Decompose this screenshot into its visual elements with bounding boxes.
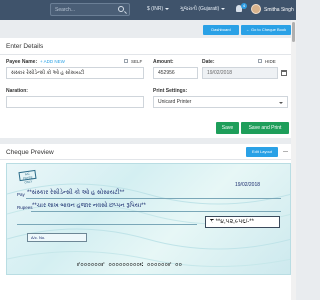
search-icon[interactable]	[118, 6, 124, 12]
scrollbar-thumb[interactable]	[292, 22, 295, 42]
print-settings-select[interactable]: Unicard Printer	[153, 96, 288, 108]
micr-line: ⑈૦૦૦૦૦૦⑈ ૦૦૦૦૦૦૦૦૦⑆ ૦૦૦૦૦૦⑈ ૦૦	[77, 262, 183, 268]
date-field[interactable]: 19/02/2018	[202, 67, 278, 79]
chevron-down-icon	[279, 102, 283, 104]
dashboard-button[interactable]: Dashboard	[203, 25, 239, 35]
ac-label: A/c. No.	[31, 235, 46, 240]
card-title: Cheque Preview	[6, 149, 54, 156]
date-label: Date:	[202, 59, 215, 65]
hide-checkbox[interactable]	[258, 59, 262, 63]
collapse-icon[interactable]: —	[283, 149, 288, 155]
divider	[0, 54, 291, 55]
language-dropdown[interactable]: ગુજરાતી (Gujarati)	[180, 6, 226, 12]
save-and-print-button[interactable]: Save and Print	[241, 122, 289, 134]
rupees-label: Rupees	[17, 205, 33, 210]
scrollbar-track[interactable]	[291, 20, 296, 300]
enter-details-card: Enter Details Payee Name: + ADD NEW SELF…	[0, 38, 291, 138]
pay-label: Pay	[17, 192, 25, 197]
cheque-amount-words: **ચાર લાખ બાવન હજાર નવસો છપ્પન રૂપિયા**	[32, 203, 146, 209]
chevron-down-icon	[165, 7, 170, 10]
top-navbar: Search... $ (INR) ગુજરાતી (Gujarati) 4 S…	[0, 0, 296, 20]
self-checkbox[interactable]	[124, 59, 128, 63]
pay-line	[26, 198, 281, 199]
card-title: Enter Details	[6, 43, 44, 50]
rupees-line-2	[17, 224, 197, 225]
cheque-amount-figure: ₹ **૪,૫૨,૯૫૬/-**	[210, 219, 254, 225]
cheque-payee: **સંસ્કાર રેસીડેન્સી કો ઓ હ સોસાયટી**	[27, 190, 125, 196]
narration-label: Naration:	[6, 88, 28, 94]
amount-field[interactable]: 452956	[153, 67, 198, 79]
currency-dropdown[interactable]: $ (INR)	[147, 6, 170, 12]
edit-layout-button[interactable]: Edit Layout	[246, 147, 278, 157]
cheque-image: A/C PAYEE ONLY 19/02/2018 Pay **સંસ્કાર …	[6, 163, 291, 275]
payee-label: Payee Name:	[6, 59, 38, 65]
account-number-box: A/c. No.	[27, 233, 87, 242]
narration-field[interactable]	[6, 96, 144, 108]
cheque-date: 19/02/2018	[235, 182, 261, 188]
calendar-icon[interactable]	[281, 70, 287, 76]
save-button[interactable]: Save	[216, 122, 239, 134]
chevron-down-icon	[221, 7, 226, 10]
divider	[0, 159, 291, 160]
print-settings-label: Print Settings:	[153, 88, 188, 94]
hide-label: HIDE	[265, 59, 276, 64]
go-to-cheque-book-button[interactable]: ← Go to Cheque Book	[241, 25, 291, 35]
notification-badge: 4	[241, 3, 247, 9]
avatar[interactable]	[251, 4, 261, 14]
amount-box: ₹ **૪,૫૨,૯૫૬/-**	[205, 216, 280, 228]
rupees-line	[31, 211, 281, 212]
search-input[interactable]: Search...	[55, 7, 75, 13]
add-new-link[interactable]: + ADD NEW	[40, 59, 65, 64]
payee-select[interactable]: સંસ્કાર રેસીડેન્સી કો ઓ હ સોસાયટી	[6, 67, 144, 79]
search-box[interactable]: Search...	[50, 3, 130, 16]
amount-label: Amount:	[153, 59, 174, 65]
self-label: SELF	[131, 59, 143, 64]
user-name[interactable]: Smitha Singh	[264, 7, 294, 13]
